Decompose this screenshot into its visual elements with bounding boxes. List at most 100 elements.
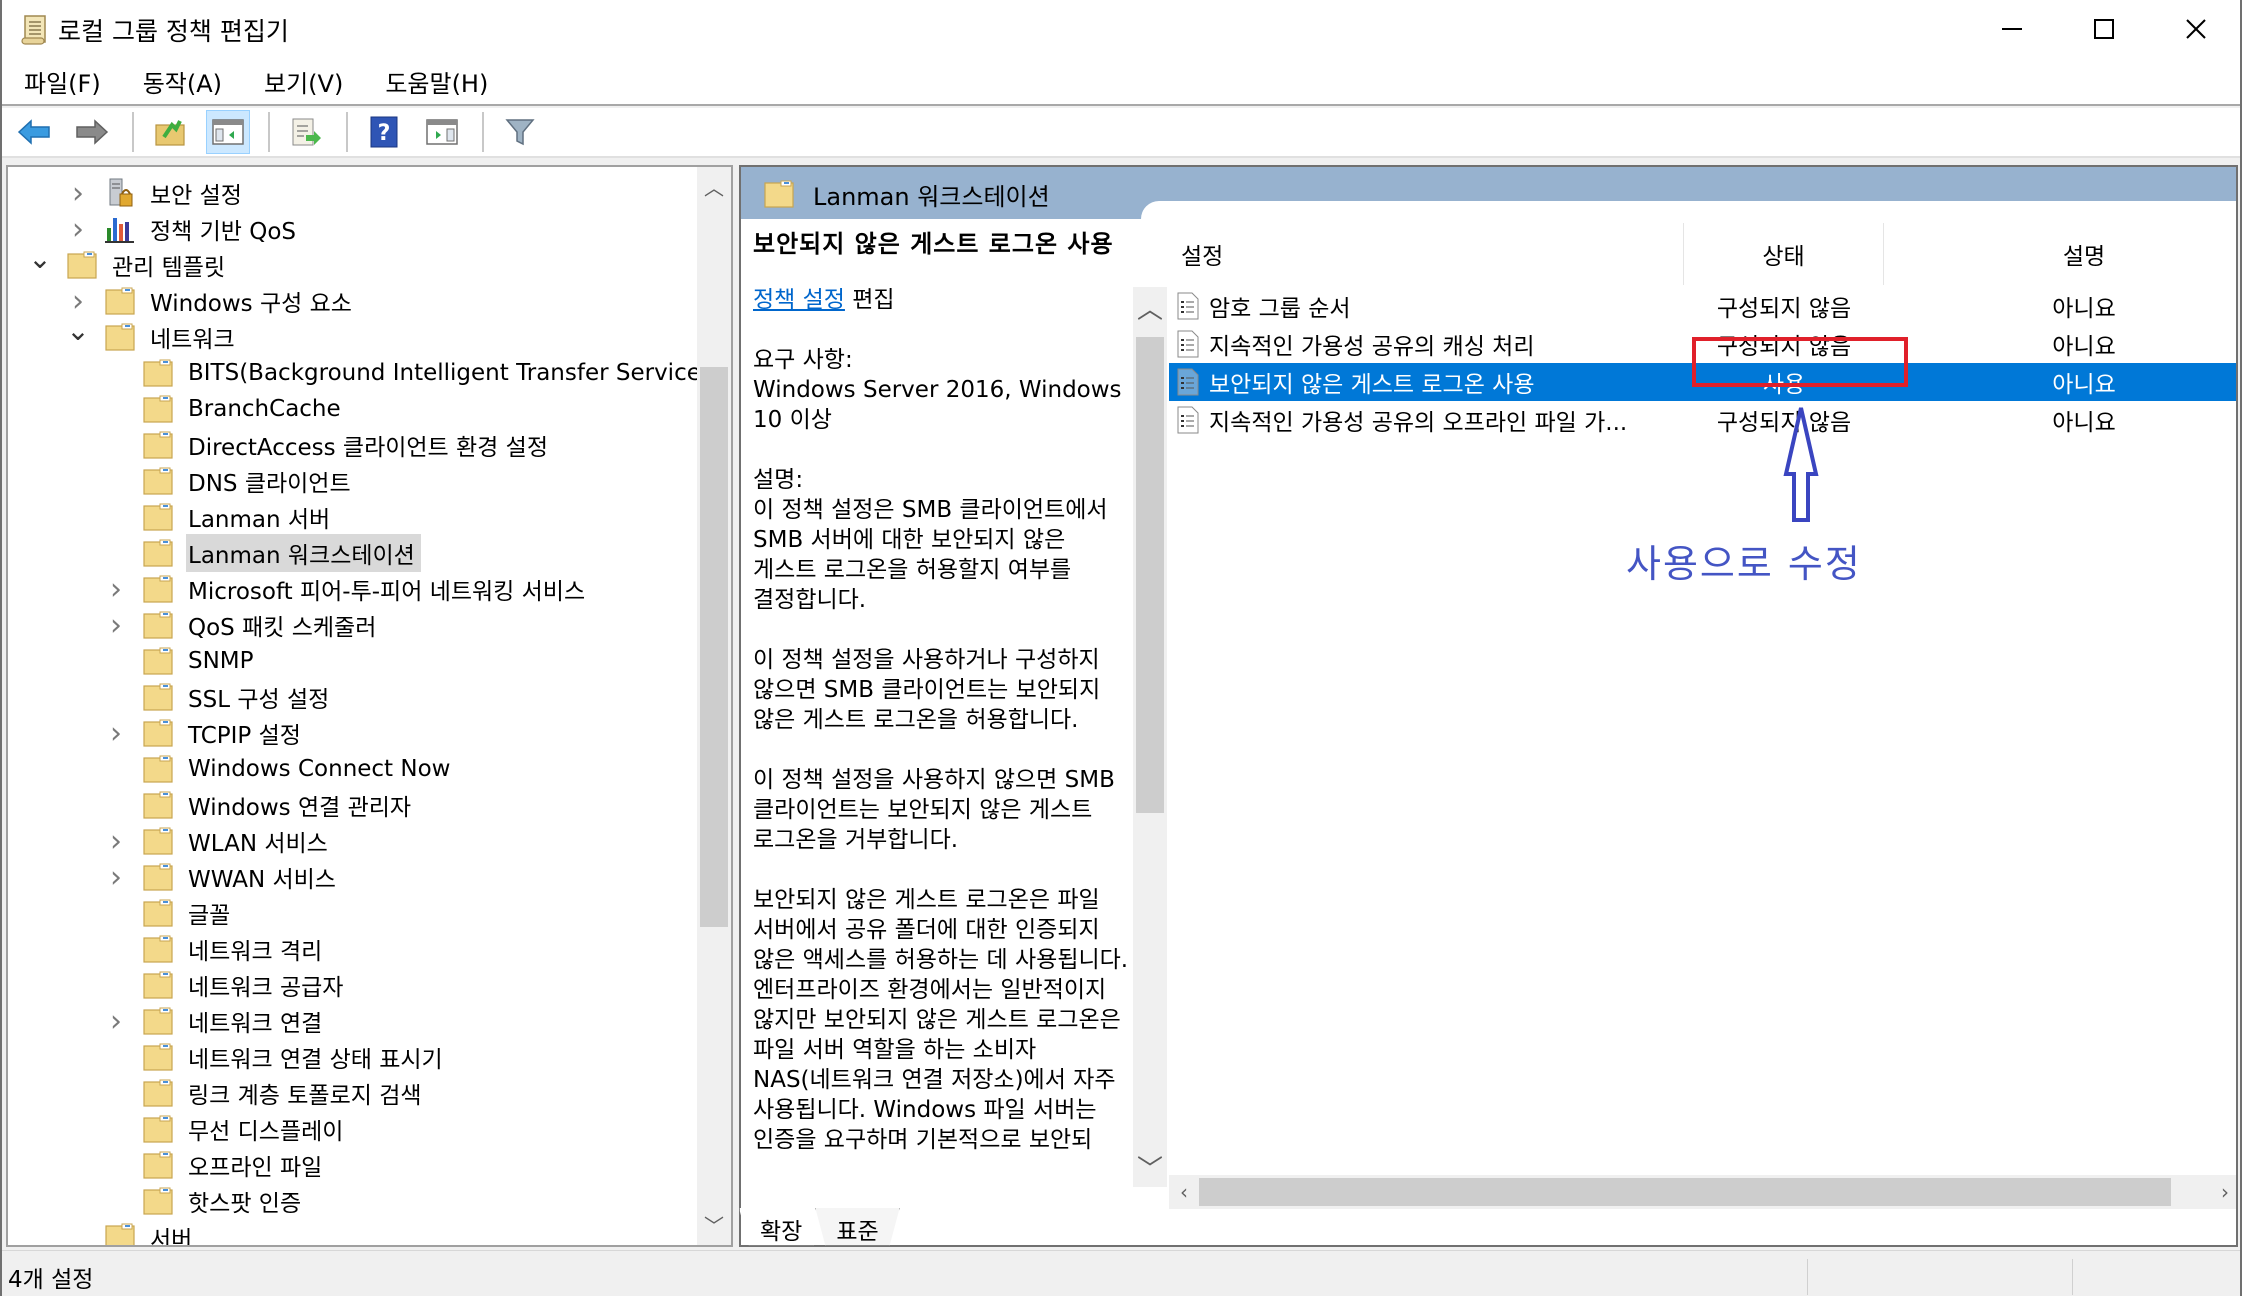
tree-item-label: 네트워크 연결: [188, 1011, 323, 1037]
tree-item[interactable]: ⌄ 네트워크: [66, 314, 241, 355]
chevron-down-icon[interactable]: ⌄: [66, 314, 90, 347]
policy-row[interactable]: 암호 그룹 순서 구성되지 않음 아니요: [1169, 287, 2236, 325]
tree-item[interactable]: › WWAN 서비스: [104, 859, 342, 895]
tree-item[interactable]: Lanman 서버: [104, 499, 336, 535]
tree-item[interactable]: Windows Connect Now: [104, 751, 456, 787]
details-pane: Lanman 워크스테이션 보안되지 않은 게스트 로그온 사용 정책 설정 편…: [739, 165, 2238, 1247]
policy-scroll-icon: [21, 15, 46, 45]
tree-item[interactable]: SSL 구성 설정: [104, 679, 335, 715]
filter-button[interactable]: [498, 110, 542, 154]
folder-icon: [142, 754, 174, 784]
tree-item[interactable]: BranchCache: [104, 391, 347, 427]
tree-item[interactable]: Windows 연결 관리자: [104, 787, 417, 823]
folder-icon: [142, 538, 174, 568]
description-vertical-scrollbar[interactable]: ︿ ﹀: [1133, 287, 1167, 1187]
forward-button[interactable]: [70, 110, 114, 154]
state-cell: 구성되지 않음: [1716, 296, 1852, 322]
status-divider: [1807, 1259, 1808, 1295]
chevron-right-icon[interactable]: ›: [104, 716, 128, 751]
chevron-right-icon[interactable]: ›: [66, 176, 90, 211]
column-header-state[interactable]: 상태: [1684, 223, 1884, 285]
scroll-right-arrow-icon[interactable]: ›: [2210, 1175, 2236, 1209]
tree-item-label: BranchCache: [188, 396, 341, 422]
back-arrow-icon: [17, 119, 50, 145]
tree-item[interactable]: SNMP: [104, 643, 260, 679]
show-hide-action-pane-button[interactable]: [420, 110, 464, 154]
tree-item[interactable]: › Windows 구성 요소: [66, 283, 358, 319]
tree-item[interactable]: 무선 디스플레이: [104, 1111, 349, 1147]
tree-item[interactable]: 네트워크 연결 상태 표시기: [104, 1039, 449, 1075]
tree-item-label: WWAN 서비스: [188, 867, 336, 893]
menu-view[interactable]: 보기(V): [260, 62, 347, 101]
chevron-right-icon[interactable]: ›: [104, 1004, 128, 1039]
tree-item[interactable]: › QoS 패킷 스케줄러: [104, 607, 382, 643]
tab-standard[interactable]: 표준: [815, 1208, 900, 1246]
folder-icon: [142, 466, 174, 496]
maximize-button[interactable]: [2058, 0, 2150, 58]
chevron-right-icon[interactable]: ›: [104, 860, 128, 895]
export-list-button[interactable]: [284, 110, 328, 154]
tree-item[interactable]: 글꼴: [104, 895, 236, 931]
tree-item-label: SSL 구성 설정: [188, 687, 330, 713]
minimize-button[interactable]: [1966, 0, 2058, 58]
tree-item[interactable]: › TCPIP 설정: [104, 715, 307, 751]
show-hide-console-tree-icon: [212, 119, 244, 145]
gpedit-window: 로컬 그룹 정책 편집기 파일(F) 동작(A) 보기(V) 도움말(H) ? …: [0, 0, 2242, 1296]
tree-item[interactable]: DNS 클라이언트: [104, 463, 357, 499]
column-header-comment[interactable]: 설명: [1884, 223, 2204, 285]
tree-item-label: DNS 클라이언트: [188, 471, 351, 497]
folder-icon: [66, 250, 98, 280]
tree-item[interactable]: 네트워크 공급자: [104, 967, 349, 1003]
chevron-right-icon[interactable]: ›: [66, 212, 90, 247]
scroll-up-arrow-icon[interactable]: ︿: [1133, 287, 1167, 327]
tree-item[interactable]: Lanman 워크스테이션: [104, 534, 421, 572]
tree-item[interactable]: › 네트워크 연결: [104, 1003, 328, 1039]
tree-item[interactable]: 오프라인 파일: [104, 1147, 328, 1183]
console-tree[interactable]: › 보안 설정 › 정책 기반 QoS ⌄ 관리 템플릿 › Windows 구성 요소 ⌄ 네트…: [6, 165, 733, 1247]
policy-row[interactable]: 지속적인 가용성 공유의 오프라인 파일 가... 구성되지 않음 아니요: [1169, 401, 2236, 439]
scroll-up-arrow-icon[interactable]: ︿: [697, 169, 731, 203]
list-scroll-thumb[interactable]: [1199, 1178, 2171, 1206]
tree-item[interactable]: 네트워크 격리: [104, 931, 328, 967]
setting-name: 보안되지 않은 게스트 로그온 사용: [1209, 365, 1535, 399]
edit-policy-link[interactable]: 정책 설정: [753, 287, 845, 313]
tree-item[interactable]: 링크 계층 토폴로지 검색: [104, 1075, 428, 1111]
list-horizontal-scrollbar[interactable]: ‹ ›: [1169, 1175, 2236, 1209]
tree-item[interactable]: 핫스팟 인증: [104, 1183, 307, 1219]
tree-item[interactable]: › 정책 기반 QoS: [66, 211, 302, 247]
scroll-down-arrow-icon[interactable]: ﹀: [697, 1207, 731, 1241]
close-button[interactable]: [2150, 0, 2242, 58]
column-header-setting[interactable]: 설정: [1169, 223, 1684, 285]
toolbar: ?: [2, 108, 2240, 158]
tree-item[interactable]: ⌄ 관리 템플릿: [28, 242, 231, 283]
menu-action[interactable]: 동작(A): [139, 62, 226, 101]
tree-item[interactable]: › Microsoft 피어-투-피어 네트워킹 서비스: [104, 571, 591, 607]
scroll-left-arrow-icon[interactable]: ‹: [1169, 1175, 1199, 1209]
tree-item[interactable]: 서버: [66, 1219, 198, 1245]
back-button[interactable]: [12, 110, 56, 154]
folder-icon: [142, 826, 174, 856]
chevron-down-icon[interactable]: ⌄: [28, 242, 52, 275]
tree-vertical-scrollbar[interactable]: ︿ ﹀: [697, 167, 731, 1245]
tab-extended[interactable]: 확장: [739, 1208, 824, 1246]
menu-file[interactable]: 파일(F): [20, 62, 105, 101]
tree-scroll-thumb[interactable]: [700, 367, 728, 927]
chevron-right-icon[interactable]: ›: [104, 824, 128, 859]
chevron-right-icon[interactable]: ›: [104, 572, 128, 607]
tree-item[interactable]: BITS(Background Intelligent Transfer Ser…: [104, 355, 716, 391]
up-one-level-button[interactable]: [148, 110, 192, 154]
show-hide-console-tree-button[interactable]: [206, 110, 250, 154]
tree-item-label: Windows 연결 관리자: [188, 795, 412, 821]
description-paragraph: 이 정책 설정을 사용하거나 구성하지 않으면 SMB 클라이언트는 보안되지 …: [753, 647, 1101, 733]
scroll-down-arrow-icon[interactable]: ﹀: [1133, 1147, 1167, 1187]
help-button[interactable]: ?: [362, 110, 406, 154]
tree-item[interactable]: › 보안 설정: [66, 175, 248, 211]
status-text: 4개 설정: [8, 1267, 94, 1293]
chevron-right-icon[interactable]: ›: [104, 608, 128, 643]
description-scroll-thumb[interactable]: [1136, 337, 1164, 813]
menu-help[interactable]: 도움말(H): [381, 62, 492, 101]
setting-cell: 암호 그룹 순서: [1169, 289, 1684, 323]
policy-title: 보안되지 않은 게스트 로그온 사용: [753, 230, 1114, 258]
tree-item[interactable]: › WLAN 서비스: [104, 823, 334, 859]
tree-item[interactable]: DirectAccess 클라이언트 환경 설정: [104, 427, 554, 463]
